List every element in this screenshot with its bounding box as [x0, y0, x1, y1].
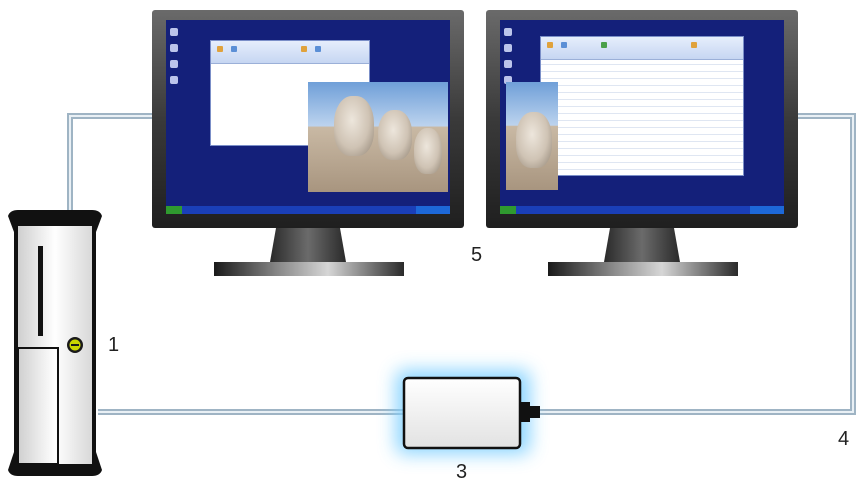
mount-rushmore-photo-partial [506, 82, 558, 190]
callout-cable: 4 [838, 428, 850, 450]
power-button-icon [67, 337, 83, 353]
mount-rushmore-photo [308, 82, 448, 192]
spreadsheet-window [540, 36, 744, 176]
diagram: 1 3 4 5 [0, 0, 861, 483]
callout-monitors: 5 [471, 244, 483, 266]
right-taskbar [500, 206, 784, 214]
left-monitor-screen [166, 20, 450, 214]
left-taskbar [166, 206, 450, 214]
right-monitor-screen [500, 20, 784, 214]
callout-adapter: 3 [456, 461, 468, 483]
usb-display-adapter-icon [396, 370, 540, 454]
desktop-tower-icon [8, 210, 102, 476]
callout-pc: 1 [108, 334, 120, 356]
desktop-icons [170, 28, 180, 92]
